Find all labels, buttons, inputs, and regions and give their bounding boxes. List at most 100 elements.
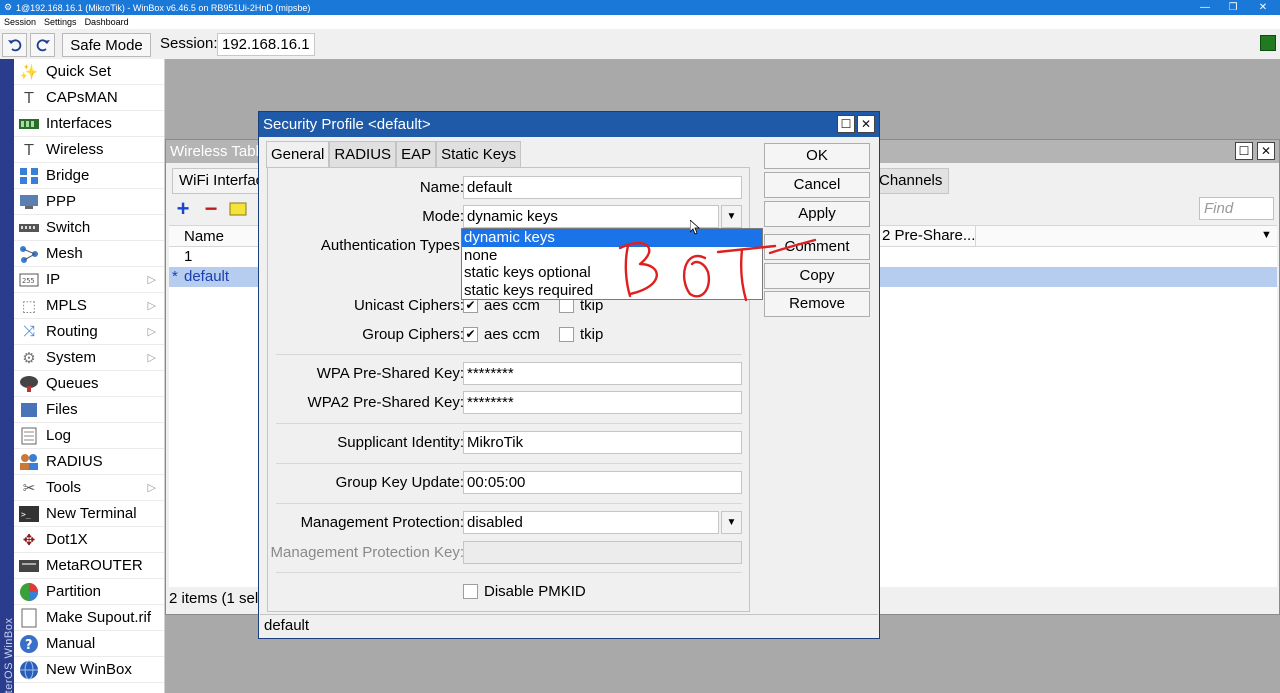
sidebar-item-queues[interactable]: Queues [14, 371, 164, 397]
divider [276, 463, 742, 464]
close-icon[interactable]: ✕ [1257, 142, 1275, 160]
sidebar-item-bridge[interactable]: Bridge [14, 163, 164, 189]
add-icon[interactable]: + [171, 198, 195, 222]
sidebar-item-make-supout[interactable]: Make Supout.rif [14, 605, 164, 631]
sidebar-item-ppp[interactable]: PPP [14, 189, 164, 215]
close-window-button[interactable]: ✕ [1248, 0, 1278, 15]
sidebar-item-manual[interactable]: ? Manual [14, 631, 164, 657]
menu-settings[interactable]: Settings [40, 17, 81, 27]
submenu-arrow-icon: ▷ [147, 482, 156, 494]
cancel-button[interactable]: Cancel [764, 172, 870, 198]
wpa-key-field[interactable]: ******** [463, 362, 742, 385]
unicast-aes-checkbox[interactable]: ✔ [463, 298, 478, 313]
winbox-icon: ⚙ [3, 2, 13, 12]
svg-text:?: ? [25, 638, 33, 653]
close-icon[interactable]: ✕ [857, 115, 875, 133]
bridge-icon [18, 165, 40, 187]
dropdown-arrow-icon[interactable]: ▼ [721, 511, 742, 534]
sidebar-item-capsman[interactable]: Ｔ CAPsMAN [14, 85, 164, 111]
group-aes-label: aes ccm [484, 326, 540, 343]
sidebar-item-label: Switch [46, 219, 91, 236]
disable-pmkid-checkbox[interactable] [463, 584, 478, 599]
help-icon: ? [18, 633, 40, 655]
session-value[interactable]: 192.168.16.1 [217, 33, 315, 56]
submenu-arrow-icon: ▷ [147, 326, 156, 338]
sidebar-item-new-terminal[interactable]: >_ New Terminal [14, 501, 164, 527]
safe-mode-button[interactable]: Safe Mode [62, 33, 151, 57]
row-name: default [184, 268, 230, 285]
sidebar-item-mesh[interactable]: Mesh [14, 241, 164, 267]
menu-dashboard[interactable]: Dashboard [81, 17, 133, 27]
sidebar-item-label: New Terminal [46, 505, 137, 522]
sidebar-item-quick-set[interactable]: ✨ Quick Set [14, 59, 164, 85]
sidebar-item-partition[interactable]: Partition [14, 579, 164, 605]
sidebar-item-mpls[interactable]: ⬚ MPLS ▷ [14, 293, 164, 319]
undo-button[interactable] [2, 33, 27, 57]
sidebar-item-switch[interactable]: Switch [14, 215, 164, 241]
unicast-tkip-checkbox[interactable] [559, 298, 574, 313]
group-key-update-field[interactable]: 00:05:00 [463, 471, 742, 494]
wpa2-key-field[interactable]: ******** [463, 391, 742, 414]
column-name[interactable]: Name [184, 228, 224, 245]
group-key-update-label: Group Key Update: [335, 474, 464, 491]
maximize-button[interactable]: ❐ [1218, 0, 1248, 15]
sidebar-item-dot1x[interactable]: ✥ Dot1X [14, 527, 164, 553]
sidebar-item-label: Wireless [46, 141, 104, 158]
sidebar-item-wireless[interactable]: Ｔ Wireless [14, 137, 164, 163]
remove-icon[interactable]: − [199, 198, 223, 222]
mesh-icon [18, 243, 40, 265]
ip-icon: 255 [18, 269, 40, 291]
ok-button[interactable]: OK [764, 143, 870, 169]
sidebar-item-label: Mesh [46, 245, 83, 262]
window-title: 1@192.168.16.1 (MikroTik) - WinBox v6.46… [16, 2, 311, 13]
handwritten-annotation [618, 238, 817, 302]
tab-general[interactable]: General [266, 141, 330, 168]
mode-select[interactable]: dynamic keys [463, 205, 719, 228]
minimize-button[interactable]: — [1190, 0, 1220, 15]
column-wpa2-key[interactable]: 2 Pre-Share... [878, 226, 975, 246]
ppp-icon [18, 191, 40, 213]
menu-session[interactable]: Session [0, 17, 40, 27]
dropdown-arrow-icon[interactable]: ▼ [721, 205, 742, 228]
find-input[interactable]: Find [1199, 197, 1274, 220]
group-aes-checkbox[interactable]: ✔ [463, 327, 478, 342]
wireless-tables-status: 2 items (1 sel [169, 590, 259, 607]
sidebar-item-radius[interactable]: RADIUS [14, 449, 164, 475]
dialog-status-bar: default [260, 614, 878, 637]
globe-icon [18, 659, 40, 681]
tab-wifi-interfaces[interactable]: WiFi Interfac [172, 168, 271, 194]
tab-channels[interactable]: Channels [872, 168, 950, 194]
comment-icon[interactable] [228, 200, 250, 220]
tab-static-keys[interactable]: Static Keys [436, 141, 522, 167]
sidebar-item-log[interactable]: Log [14, 423, 164, 449]
supplicant-label: Supplicant Identity: [337, 434, 464, 451]
name-field[interactable]: default [463, 176, 742, 199]
sidebar-item-tools[interactable]: ✂ Tools ▷ [14, 475, 164, 501]
sidebar-item-system[interactable]: ⚙ System ▷ [14, 345, 164, 371]
sidebar-item-label: Make Supout.rif [46, 609, 152, 626]
sidebar-item-ip[interactable]: 255 IP ▷ [14, 267, 164, 293]
tab-radius[interactable]: RADIUS [329, 141, 397, 167]
group-tkip-checkbox[interactable] [559, 327, 574, 342]
disable-pmkid-row: Disable PMKID [268, 580, 749, 604]
supplicant-field[interactable]: MikroTik [463, 431, 742, 454]
undo-icon [7, 39, 21, 52]
mgmt-protection-select[interactable]: disabled [463, 511, 719, 534]
sidebar-item-files[interactable]: Files [14, 397, 164, 423]
wpa2-key-label: WPA2 Pre-Shared Key: [307, 394, 464, 411]
maximize-icon[interactable]: ☐ [837, 115, 855, 133]
apply-button[interactable]: Apply [764, 201, 870, 227]
sidebar-item-interfaces[interactable]: Interfaces [14, 111, 164, 137]
sidebar-item-new-winbox[interactable]: New WinBox [14, 657, 164, 683]
status-indicator [1260, 35, 1276, 51]
tab-eap[interactable]: EAP [396, 141, 437, 167]
sidebar-item-metarouter[interactable]: MetaROUTER [14, 553, 164, 579]
column-menu-icon[interactable]: ▼ [1261, 229, 1272, 241]
maximize-icon[interactable]: ☐ [1235, 142, 1253, 160]
mouse-cursor-icon [690, 220, 700, 235]
divider [276, 572, 742, 573]
redo-button[interactable] [30, 33, 55, 57]
sidebar-item-routing[interactable]: ⤨ Routing ▷ [14, 319, 164, 345]
wpa-key-row: WPA Pre-Shared Key: ******** [268, 362, 749, 386]
interfaces-icon [18, 113, 40, 135]
